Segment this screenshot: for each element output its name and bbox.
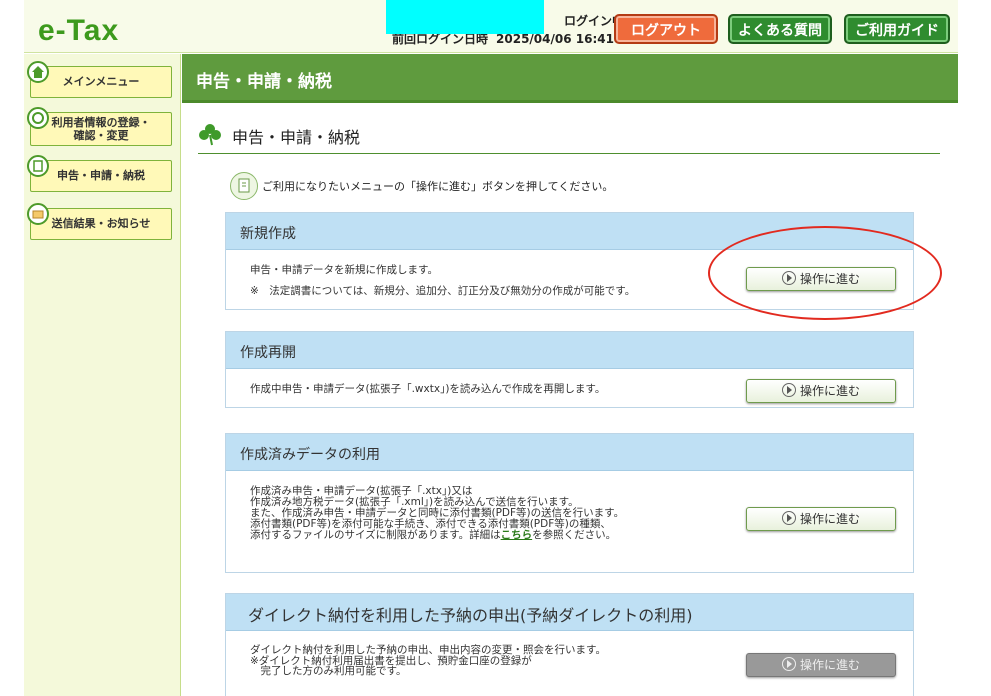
sidebar-item-label-line1: 利用者情報の登録・ [51,115,151,129]
redaction-box [386,0,544,34]
section-title: 作成再開 [240,345,296,361]
etax-logo[interactable]: e-Tax [38,14,119,48]
last-login-value: 2025/04/06 16:41 [496,32,614,46]
section-title: ダイレクト納付を利用した予納の申出(予納ダイレクトの利用) [248,606,693,625]
section-resume: 作成再開 作成中申告・申請データ(拡張子「.wxtx」)を読み込んで作成を再開し… [225,331,914,408]
section-title: 作成済みデータの利用 [240,447,380,463]
page-title: 申告・申請・納税 [198,121,940,154]
details-link[interactable]: こちら [501,529,533,541]
main-header-title: 申告・申請・納税 [196,72,332,92]
clover-icon [199,124,221,146]
annotation-circle [708,226,942,320]
proceed-button[interactable]: 操作に進む [746,379,896,403]
section-title: 新規作成 [240,226,296,242]
page-title-text: 申告・申請・納税 [232,128,361,147]
section-text-block: ダイレクト納付を利用した予納の申出、申出内容の変更・照会を行います。 ※ダイレク… [250,645,606,677]
sidebar-item-label: 申告・申請・納税 [57,169,145,183]
section-existing-data: 作成済みデータの利用 作成済み申告・申請データ(拡張子「.xtx」)又は 作成済… [225,433,914,573]
section-header: ダイレクト納付を利用した予納の申出(予納ダイレクトの利用) [226,594,913,631]
last-login-label: 前回ログイン日時 [392,32,489,46]
sidebar-item-tax-filing[interactable]: 申告・申請・納税 [27,155,172,192]
section-direct-prepayment: ダイレクト納付を利用した予納の申出(予納ダイレクトの利用) ダイレクト納付を利用… [225,593,914,696]
guide-button[interactable]: ご利用ガイド [844,14,950,44]
section-text: ダイレクト納付を利用した予納の申出、申出内容の変更・照会を行います。 [250,644,606,656]
proceed-button-label: 操作に進む [799,384,860,398]
sidebar-item-label-line2: 確認・変更 [73,129,129,142]
play-icon [781,383,796,397]
mail-icon [27,203,49,225]
section-text: 申告・申請データを新規に作成します。 [250,264,438,276]
info-icon [230,172,258,200]
sidebar: メインメニュー 利用者情報の登録・ 確認・変更 申告・申請・納税 送信結果・お知… [24,54,181,696]
sidebar-item-main-menu[interactable]: メインメニュー [27,61,172,98]
sidebar-item-user-info[interactable]: 利用者情報の登録・ 確認・変更 [27,107,172,146]
sidebar-item-label: メインメニュー [62,75,140,89]
logout-button[interactable]: ログアウト [614,14,718,44]
sidebar-item-results[interactable]: 送信結果・お知らせ [27,203,172,240]
user-icon [27,107,49,129]
instruction: ご利用になりたいメニューの「操作に進む」ボタンを押してください。 [230,172,613,200]
section-text: 作成中申告・申請データ(拡張子「.wxtx」)を読み込んで作成を再開します。 [250,383,606,395]
document-icon [27,155,49,177]
instruction-text: ご利用になりたいメニューの「操作に進む」ボタンを押してください。 [262,180,614,193]
proceed-button[interactable]: 操作に進む [746,507,896,531]
proceed-button-label: 操作に進む [799,512,860,526]
main-header: 申告・申請・納税 [182,54,958,103]
section-text: を参照ください。 [532,529,617,542]
section-text: ※ 法定調書については、新規分、追加分、訂正分及び無効分の作成が可能です。 [250,285,636,297]
play-icon [781,511,796,525]
section-text: 完了した方のみ利用可能です。 [250,665,407,677]
section-text-block: 作成済み申告・申請データ(拡張子「.xtx」)又は 作成済み地方税データ(拡張子… [250,485,624,541]
home-icon [27,61,49,83]
section-text-last: 添付するファイルのサイズに制限があります。詳細はこちらを参照ください。 [250,530,624,541]
proceed-button-disabled: 操作に進む [746,653,896,677]
section-header: 作成済みデータの利用 [226,434,913,471]
main-content: 申告・申請・納税 申告・申請・納税 ご利用になりたいメニューの「操作に進む」ボタ… [182,54,958,696]
play-icon [781,657,796,671]
faq-button[interactable]: よくある質問 [728,14,832,44]
section-text: 添付するファイルのサイズに制限があります。詳細は [250,529,501,542]
sidebar-item-label: 送信結果・お知らせ [51,217,151,231]
section-header: 作成再開 [226,332,913,369]
proceed-button-label: 操作に進む [799,658,860,672]
